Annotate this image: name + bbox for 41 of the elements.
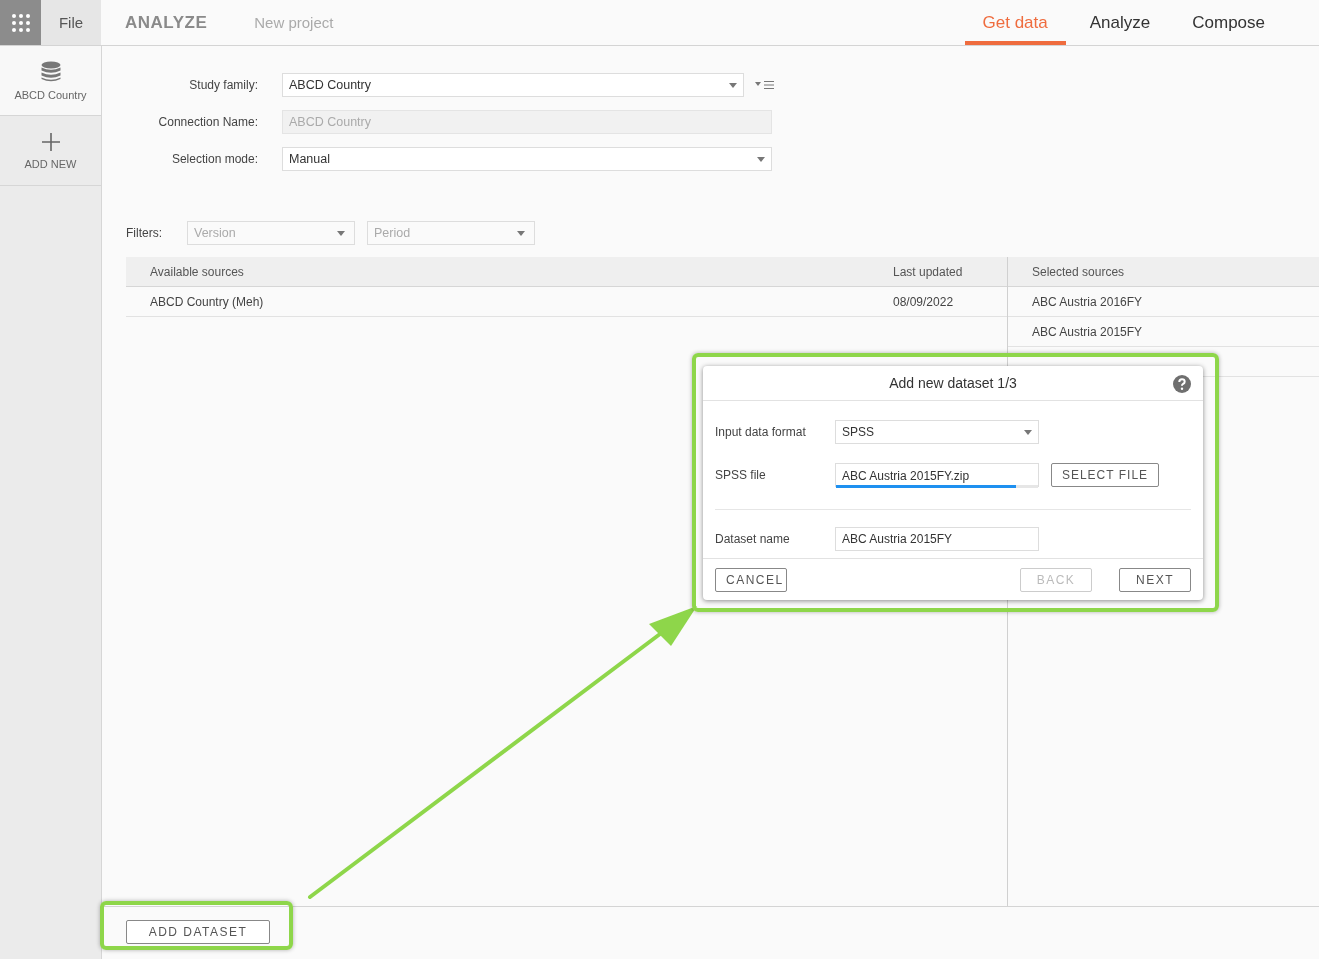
nav-tab[interactable]: Analyze: [1071, 0, 1169, 45]
dialog-title: Add new dataset 1/3: [889, 375, 1017, 392]
field-label: SPSS file: [715, 468, 767, 483]
help-icon[interactable]: [1173, 375, 1191, 393]
field-label: Connection Name:: [157, 115, 259, 129]
caret-icon: [517, 230, 525, 236]
caret-icon: [757, 156, 765, 162]
apps-grid-icon: [11, 13, 30, 32]
filter-list-icon[interactable]: [755, 80, 775, 90]
add-dataset-button[interactable]: ADD DATASET: [126, 920, 270, 944]
field-label: Selection mode:: [170, 152, 259, 166]
dialog-button[interactable]: CANCEL: [715, 567, 787, 592]
column-header: Available sources: [149, 264, 245, 279]
sidebar-item[interactable]: ABCD Country: [0, 46, 101, 116]
list-item[interactable]: ABC Austria 2015FY: [1008, 324, 1319, 339]
field-label: Dataset name: [715, 532, 791, 547]
file-field[interactable]: ABC Austria 2015FY.zip: [835, 463, 1039, 488]
caret-icon: [337, 230, 345, 236]
field-label: Study family:: [188, 78, 259, 92]
dropdown-field[interactable]: ABCD Country: [282, 73, 744, 97]
nav-tab[interactable]: Compose: [1174, 0, 1283, 45]
plus-icon: [40, 131, 61, 152]
select-file-button[interactable]: SELECT FILE: [1051, 463, 1159, 488]
text-field[interactable]: ABC Austria 2015FY: [835, 527, 1039, 552]
database-icon: [40, 60, 61, 83]
field-label: Input data format: [715, 425, 807, 440]
project-name: New project: [254, 14, 334, 31]
column-header: Last updated: [893, 264, 964, 279]
dropdown-field[interactable]: SPSS: [835, 420, 1039, 445]
list-item[interactable]: ABC Austria 2016FY: [1008, 294, 1319, 309]
filters-label: Filters:: [126, 226, 163, 240]
apps-button[interactable]: [0, 0, 41, 45]
caret-icon: [729, 82, 737, 88]
table-cell-text: 08/09/2022: [893, 294, 955, 309]
caret-icon: [1024, 429, 1032, 435]
dropdown-field[interactable]: Manual: [282, 147, 772, 171]
column-header: Selected sources: [1031, 264, 1126, 279]
module-title: ANALYZE: [125, 12, 208, 33]
file-menu[interactable]: File: [41, 0, 101, 45]
dialog-button[interactable]: NEXT: [1119, 567, 1191, 592]
table-cell-text: ABCD Country (Meh): [149, 294, 265, 309]
